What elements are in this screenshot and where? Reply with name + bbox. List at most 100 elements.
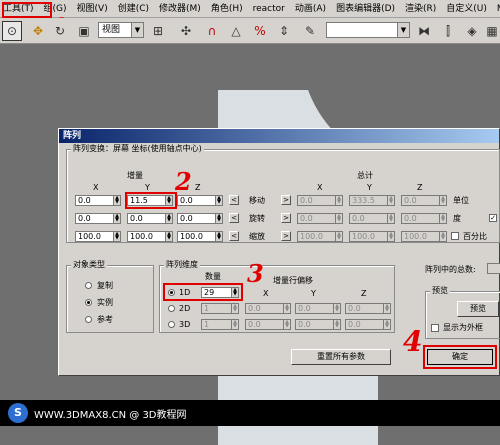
rotate-total-x[interactable]: 0.0 ▲ ▼ [297, 213, 343, 224]
snap-icon[interactable]: ∩ [202, 21, 222, 41]
menu-animation[interactable]: 动画(A) [290, 0, 331, 18]
instance-radio[interactable] [85, 299, 92, 306]
percent-snap-icon[interactable]: % [250, 21, 270, 41]
rotate-increment-y[interactable]: 0.0 ▲ ▼ [127, 213, 173, 224]
annotation-number-3: 3 [247, 259, 264, 288]
2d-label: 2D [179, 304, 191, 313]
total-in-array-field [487, 263, 500, 274]
incremental-row-offsets-label: 增量行偏移 [273, 276, 313, 285]
chevron-down-icon: ▼ [131, 23, 143, 37]
3d-label: 3D [179, 320, 191, 329]
scale-total-x[interactable]: 100.0 ▲ ▼ [297, 231, 343, 242]
increment-x-header: X [93, 183, 99, 192]
rotate-total-y[interactable]: 0.0 ▲ ▼ [349, 213, 395, 224]
display-as-box-checkbox[interactable] [431, 324, 439, 332]
total-z-header: Z [417, 183, 423, 192]
dialog-title: 阵列 [59, 129, 499, 143]
rotate-increment-x[interactable]: 0.0 ▲ ▼ [75, 213, 121, 224]
layer-icon[interactable]: ◈ [462, 21, 482, 41]
count-label: 数量 [205, 272, 221, 281]
scale-increment-z[interactable]: 100.0 ▲ ▼ [177, 231, 223, 242]
2d-offset-x[interactable]: 0.0 ▲ ▼ [245, 303, 291, 314]
select-icon[interactable]: ⊙ [2, 21, 22, 41]
menu-customize[interactable]: 自定义(U) [441, 0, 492, 18]
rotate-icon[interactable]: ↻ [50, 21, 70, 41]
scale-percent-checkbox[interactable] [451, 232, 459, 240]
array-dimensions-label: 阵列维度 [164, 260, 200, 270]
rotate-label: 旋转 [249, 214, 265, 223]
watermark-text: WWW.3DMAX8.CN @ 3D教程网 [34, 409, 187, 421]
menu-view[interactable]: 视图(V) [72, 0, 113, 18]
copy-label: 复制 [97, 281, 113, 290]
annotation-box-1d-count [163, 283, 243, 301]
reset-all-parameters-button[interactable]: 重置所有参数 [291, 349, 391, 365]
display-as-box-label: 显示为外框 [443, 323, 483, 332]
scale-left-arrow-button[interactable]: < [229, 231, 239, 241]
scale-right-arrow-button[interactable]: > [281, 231, 291, 241]
pivot-icon[interactable]: ⊞ [148, 21, 168, 41]
scale-total-z[interactable]: 100.0 ▲ ▼ [401, 231, 447, 242]
scale-unit-label: 百分比 [463, 232, 487, 241]
2d-radio[interactable] [168, 305, 175, 312]
move-icon[interactable]: ✥ [28, 21, 48, 41]
named-selection-icon[interactable]: ✎ [300, 21, 320, 41]
angle-snap-icon[interactable]: △ [226, 21, 246, 41]
mirror-icon[interactable]: ⧓ [414, 21, 434, 41]
annotation-number-4: 4 [403, 325, 423, 358]
reference-radio[interactable] [85, 316, 92, 323]
move-label: 移动 [249, 196, 265, 205]
annotation-box-tools-menu [2, 2, 52, 18]
move-left-arrow-button[interactable]: < [229, 195, 239, 205]
named-selection-select[interactable]: ▼ [326, 22, 410, 38]
move-increment-z[interactable]: 0.0 ▲ ▼ [177, 195, 223, 206]
rotate-left-arrow-button[interactable]: < [229, 213, 239, 223]
reference-coordinate-select[interactable]: 视图 ▼ [98, 22, 144, 38]
menu-rendering[interactable]: 渲染(R) [400, 0, 441, 18]
2d-offset-y[interactable]: 0.0 ▲ ▼ [295, 303, 341, 314]
preview-group-label: 预览 [430, 286, 450, 296]
menu-reactor[interactable]: reactor [248, 0, 290, 18]
menu-modifiers[interactable]: 修改器(M) [154, 0, 206, 18]
increment-z-header: Z [195, 183, 201, 192]
menu-create[interactable]: 创建(C) [113, 0, 154, 18]
rotate-unit-label: 度 [453, 214, 461, 223]
move-total-z[interactable]: 0.0 ▲ ▼ [401, 195, 447, 206]
rotate-total-z[interactable]: 0.0 ▲ ▼ [401, 213, 447, 224]
3d-offset-y[interactable]: 0.0 ▲ ▼ [295, 319, 341, 330]
2d-count-spinner[interactable]: 1 ▲ ▼ [201, 303, 239, 314]
totals-label: 总计 [357, 171, 373, 180]
3d-offset-z[interactable]: 0.0 ▲ ▼ [345, 319, 391, 330]
menu-maxscript[interactable]: Max [492, 0, 500, 18]
select-manipulate-icon[interactable]: ✣ [176, 21, 196, 41]
move-total-x[interactable]: 0.0 ▲ ▼ [297, 195, 343, 206]
menu-bar: 工具(T) 组(G) 视图(V) 创建(C) 修改器(M) 角色(H) reac… [0, 0, 500, 18]
3d-radio[interactable] [168, 321, 175, 328]
offset-y-header: Y [311, 289, 316, 298]
copy-radio[interactable] [85, 282, 92, 289]
move-unit-label: 单位 [453, 196, 469, 205]
move-total-y[interactable]: 333.5 ▲ ▼ [349, 195, 395, 206]
rotate-right-arrow-button[interactable]: > [281, 213, 291, 223]
align-icon[interactable]: ⫿ [438, 21, 458, 41]
rotate-increment-z[interactable]: 0.0 ▲ ▼ [177, 213, 223, 224]
move-increment-x[interactable]: 0.0 ▲ ▼ [75, 195, 121, 206]
preview-button[interactable]: 预览 [457, 301, 499, 317]
scale-total-y[interactable]: 100.0 ▲ ▼ [349, 231, 395, 242]
chevron-down-icon: ▼ [397, 23, 409, 37]
array-transformation-label: 阵列变换：屏幕 坐标(使用轴点中心) [71, 144, 204, 154]
spinner-snap-icon[interactable]: ⇕ [274, 21, 294, 41]
object-type-label: 对象类型 [71, 260, 107, 270]
3d-offset-x[interactable]: 0.0 ▲ ▼ [245, 319, 291, 330]
menu-graph-editors[interactable]: 图表编辑器(D) [331, 0, 400, 18]
scale-increment-y[interactable]: 100.0 ▲ ▼ [127, 231, 173, 242]
curve-editor-icon[interactable]: ▦ [482, 21, 500, 41]
scale-increment-x[interactable]: 100.0 ▲ ▼ [75, 231, 121, 242]
re-orient-checkbox[interactable]: ✓ [489, 214, 497, 222]
3d-count-spinner[interactable]: 1 ▲ ▼ [201, 319, 239, 330]
2d-offset-z[interactable]: 0.0 ▲ ▼ [345, 303, 391, 314]
scale-icon[interactable]: ▣ [74, 21, 94, 41]
menu-character[interactable]: 角色(H) [206, 0, 248, 18]
scale-label: 缩放 [249, 232, 265, 241]
main-toolbar: ⊙ ✥ ↻ ▣ 视图 ▼ ⊞ ✣ ∩ △ % ⇕ ✎ ▼ ⧓ ⫿ ◈ ▦ [0, 18, 500, 44]
move-right-arrow-button[interactable]: > [281, 195, 291, 205]
